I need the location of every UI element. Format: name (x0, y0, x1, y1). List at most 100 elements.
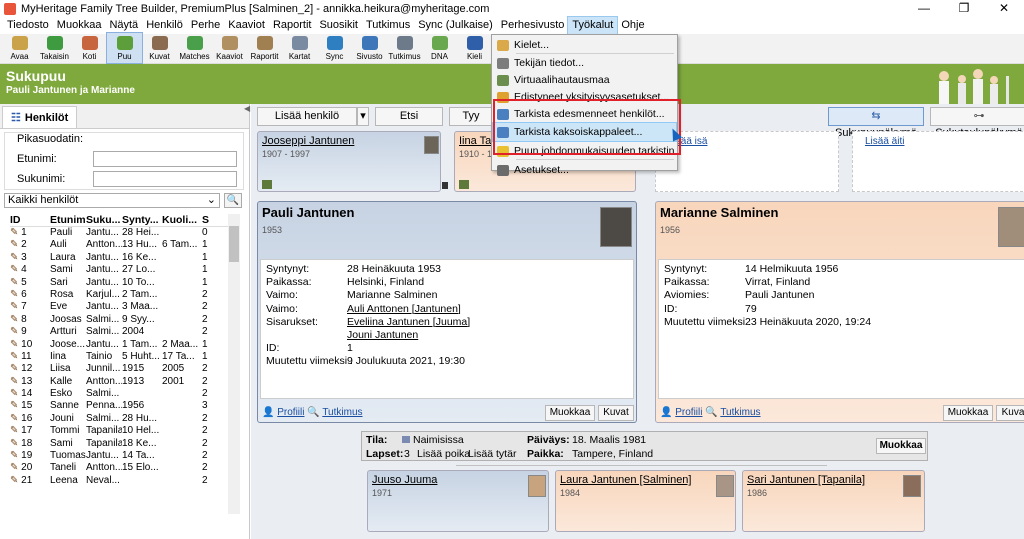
menu-family-site[interactable]: Perhesivusto (497, 17, 569, 34)
restore-button[interactable]: ❐ (944, 0, 984, 17)
menu-favorites[interactable]: Suosikit (315, 17, 362, 34)
husband-field-value[interactable]: Jouni Jantunen (347, 329, 418, 341)
toolbar-back-button[interactable]: Takaisin (37, 33, 72, 63)
husband-card[interactable]: Pauli Jantunen 1953 Syntynyt: 28 Heinäkuu… (257, 201, 637, 423)
type-button[interactable]: Tyy (449, 107, 493, 126)
toolbar-research-button[interactable]: Tutkimus (387, 33, 422, 63)
col-id[interactable]: ID (10, 214, 50, 226)
child-name-1[interactable]: Juuso Juuma (372, 474, 437, 486)
family-view-button[interactable]: ⇆ Sukupuunäkymä (828, 107, 924, 139)
table-row[interactable]: ✎ 14 Esko Salmi... 2 (10, 388, 240, 400)
marriage-edit-button[interactable]: Muokkaa (876, 438, 926, 454)
table-row[interactable]: ✎ 1 Pauli Jantu... 28 Hei... 0 (10, 227, 240, 239)
add-mother-slot[interactable]: Lisää äiti (852, 131, 1024, 192)
menu-edit[interactable]: Muokkaa (53, 17, 106, 34)
menu-tools[interactable]: Työkalut (567, 16, 619, 35)
add-daughter-link[interactable]: Lisää tytär (468, 448, 516, 460)
menu-research[interactable]: Tutkimus (362, 17, 414, 34)
husband-profile-link[interactable]: Profiili (277, 407, 304, 418)
wife-card[interactable]: Marianne Salminen 1956 Syntynyt: 14 Helmi… (655, 201, 1024, 423)
child-card-1[interactable]: Juuso Juuma 1971 (367, 470, 549, 532)
search-tree-button[interactable]: Etsi (375, 107, 443, 126)
table-row[interactable]: ✎ 17 Tommi Tapanila 10 Hel... 2 (10, 425, 240, 437)
toolbar-open-button[interactable]: Avaa (2, 33, 37, 63)
close-button[interactable]: ✕ (984, 0, 1024, 17)
wife-research-link[interactable]: Tutkimus (720, 407, 760, 418)
husband-photos-button[interactable]: Kuvat (598, 405, 634, 421)
col-s[interactable]: S (202, 214, 218, 226)
table-row[interactable]: ✎ 12 Liisa Junnil... 1915 2005 2 (10, 363, 240, 375)
table-row[interactable]: ✎ 21 Leena Neval... 2 (10, 475, 240, 487)
toolbar-dna-button[interactable]: DNA (422, 33, 457, 63)
grandfather-card[interactable]: Jooseppi Jantunen 1907 - 1997 (257, 131, 441, 192)
toolbar-language-button[interactable]: Kieli (457, 33, 492, 63)
col-died[interactable]: Kuoli... (162, 214, 202, 226)
menu-reports[interactable]: Raportit (269, 17, 316, 34)
husband-field-value[interactable]: Auli Anttonen [Jantunen] (347, 303, 461, 315)
menu-item-author-info[interactable]: Tekijän tiedot... (493, 54, 676, 72)
tree-icon[interactable] (262, 180, 272, 189)
table-row[interactable]: ✎ 10 Joose... Jantu... 1 Tam... 2 Maa... 1 (10, 339, 240, 351)
table-row[interactable]: ✎ 15 Sanne Penna... 1956 3 (10, 400, 240, 412)
toolbar-charts-button[interactable]: Kaaviot (212, 33, 247, 63)
col-last-name[interactable]: Suku... (86, 214, 122, 226)
menu-item-settings[interactable]: Asetukset... (493, 161, 676, 179)
col-first-name[interactable]: Etunimi (50, 214, 86, 226)
pedigree-view-button[interactable]: ⊶ Sukutaulunäkymä (930, 107, 1024, 139)
menu-item-virtual-cemetery[interactable]: Virtuaalihautausmaa (493, 71, 676, 89)
wife-photo[interactable] (998, 207, 1024, 247)
table-row[interactable]: ✎ 19 Tuomas Jantu... 14 Ta... 2 (10, 450, 240, 462)
add-person-button[interactable]: Lisää henkilö (257, 107, 357, 126)
toolbar-home-button[interactable]: Koti (72, 33, 107, 63)
table-scrollbar[interactable] (228, 214, 240, 514)
expand-icon[interactable] (442, 182, 448, 189)
toolbar-sync-button[interactable]: Sync (317, 33, 352, 63)
table-row[interactable]: ✎ 20 Taneli Antton... 15 Elo... 2 (10, 462, 240, 474)
menu-help[interactable]: Ohje (617, 17, 648, 34)
add-person-dropdown[interactable]: ▾ (357, 107, 369, 126)
table-row[interactable]: ✎ 5 Sari Jantu... 10 To... 1 (10, 277, 240, 289)
menu-view[interactable]: Näytä (105, 17, 142, 34)
first-name-input[interactable] (93, 151, 237, 167)
search-button[interactable]: 🔍 (224, 193, 242, 208)
add-son-link[interactable]: Lisää poika (417, 448, 470, 460)
last-name-input[interactable] (93, 171, 237, 187)
child-card-3[interactable]: Sari Jantunen [Tapanila] 1986 (742, 470, 925, 532)
toolbar-site-button[interactable]: Sivusto (352, 33, 387, 63)
add-mother-link[interactable]: Lisää äiti (865, 136, 904, 147)
wife-profile-link[interactable]: Profiili (675, 407, 702, 418)
menu-person[interactable]: Henkilö (142, 17, 187, 34)
toolbar-reports-button[interactable]: Raportit (247, 33, 282, 63)
minimize-button[interactable]: — (904, 0, 944, 17)
toolbar-photos-button[interactable]: Kuvat (142, 33, 177, 63)
grandfather-name[interactable]: Jooseppi Jantunen (262, 135, 354, 147)
husband-research-link[interactable]: Tutkimus (322, 407, 362, 418)
table-row[interactable]: ✎ 4 Sami Jantu... 27 Lo... 1 (10, 264, 240, 276)
husband-edit-button[interactable]: Muokkaa (545, 405, 595, 421)
menu-item-languages[interactable]: Kielet... (493, 36, 676, 54)
menu-sync[interactable]: Sync (Julkaise) (414, 17, 497, 34)
table-row[interactable]: ✎ 13 Kalle Antton... 1913 2001 2 (10, 376, 240, 388)
toolbar-maps-button[interactable]: Kartat (282, 33, 317, 63)
husband-field-value[interactable]: Eveliina Jantunen [Juuma] (347, 316, 470, 328)
table-row[interactable]: ✎ 11 Iina Tainio 5 Huht... 17 Ta... 1 (10, 351, 240, 363)
wife-name[interactable]: Marianne Salminen (660, 205, 778, 220)
table-row[interactable]: ✎ 2 Auli Antton... 13 Hu... 6 Tam... 1 (10, 239, 240, 251)
wife-edit-button[interactable]: Muokkaa (943, 405, 993, 421)
tab-people[interactable]: ☷ Henkilöt (2, 106, 78, 128)
menu-charts[interactable]: Kaaviot (224, 17, 269, 34)
table-row[interactable]: ✎ 16 Jouni Salmi... 28 Hu... 2 (10, 413, 240, 425)
people-filter-select[interactable]: Kaikki henkilöt ⌄ (4, 193, 220, 208)
table-row[interactable]: ✎ 18 Sami Tapanila 18 Ke... 2 (10, 438, 240, 450)
menu-family[interactable]: Perhe (187, 17, 224, 34)
toolbar-tree-button[interactable]: Puu (106, 32, 143, 64)
toolbar-matches-button[interactable]: Matches (177, 33, 212, 63)
col-born[interactable]: Synty... (122, 214, 162, 226)
husband-photo[interactable] (600, 207, 632, 247)
table-row[interactable]: ✎ 3 Laura Jantu... 16 Ke... 1 (10, 252, 240, 264)
wife-photos-button[interactable]: Kuva (996, 405, 1024, 421)
table-row[interactable]: ✎ 8 Joosas Salmi... 9 Syy... 2 (10, 314, 240, 326)
child-name-3[interactable]: Sari Jantunen [Tapanila] (747, 474, 865, 486)
table-row[interactable]: ✎ 9 Artturi Salmi... 2004 2 (10, 326, 240, 338)
child-name-2[interactable]: Laura Jantunen [Salminen] (560, 474, 691, 486)
